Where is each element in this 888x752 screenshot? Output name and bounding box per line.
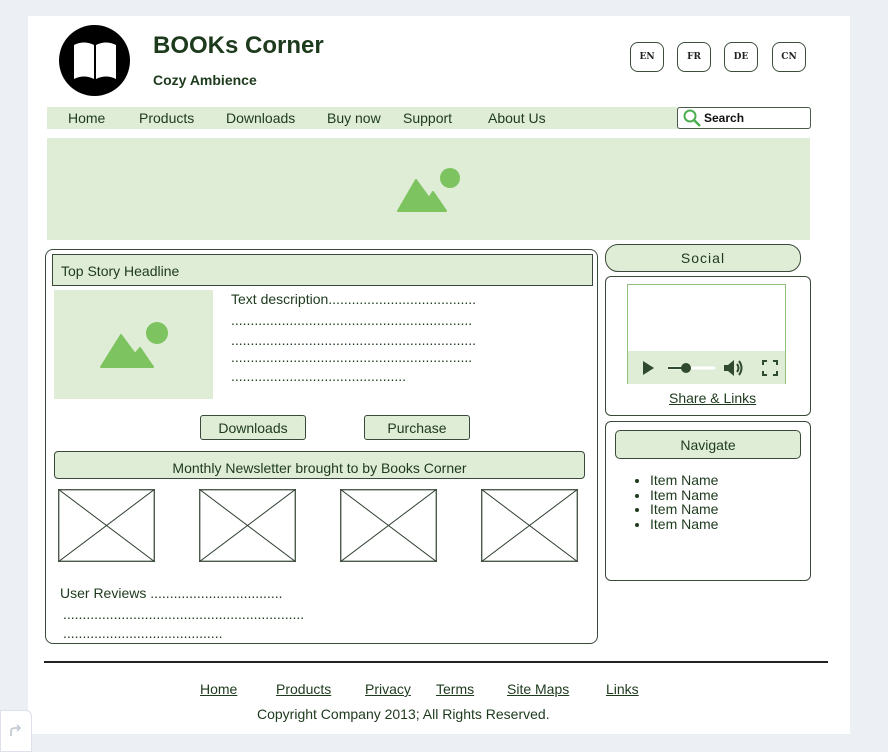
footer-link-privacy[interactable]: Privacy [365, 681, 411, 697]
image-placeholder-icon [397, 168, 460, 212]
navigate-list-item[interactable]: Item Name [650, 516, 718, 532]
footer-link-links[interactable]: Links [606, 681, 639, 697]
purchase-button[interactable]: Purchase [364, 415, 470, 440]
banner-image [47, 138, 810, 240]
story-description-line: ........................................… [231, 312, 473, 328]
footer-divider [44, 661, 828, 663]
language-fr-button[interactable]: FR [677, 42, 711, 72]
search-icon [683, 109, 701, 127]
story-description-line: ........................................… [231, 332, 477, 348]
search-label: Search [704, 111, 745, 125]
share-links-link[interactable]: Share & Links [669, 390, 756, 406]
nav-item-downloads[interactable]: Downloads [226, 110, 295, 126]
copyright-text: Copyright Company 2013; All Rights Reser… [257, 706, 550, 722]
newsletter-title: Monthly Newsletter brought to by Books C… [172, 460, 467, 476]
footer-link-products[interactable]: Products [276, 681, 331, 697]
brand-subtitle: Cozy Ambience [153, 72, 257, 88]
story-description-line: ........................................… [231, 368, 407, 384]
newsletter-bar: Monthly Newsletter brought to by Books C… [54, 451, 585, 479]
newsletter-image-placeholder [199, 489, 296, 562]
nav-item-support[interactable]: Support [403, 110, 452, 126]
language-cn-button[interactable]: CN [772, 42, 806, 72]
newsletter-image-placeholder [481, 489, 578, 562]
video-controls [628, 351, 785, 384]
redo-icon[interactable] [7, 723, 23, 739]
corner-tab[interactable] [0, 710, 32, 752]
language-en-button[interactable]: EN [630, 42, 664, 72]
volume-slider[interactable] [668, 360, 716, 376]
nav-item-home[interactable]: Home [68, 110, 105, 126]
language-de-button[interactable]: DE [724, 42, 758, 72]
footer-link-site-maps[interactable]: Site Maps [507, 681, 569, 697]
nav-item-about-us[interactable]: About Us [488, 110, 546, 126]
fullscreen-icon[interactable] [762, 360, 778, 376]
play-icon[interactable] [641, 360, 655, 376]
newsletter-image-placeholder [340, 489, 437, 562]
navigate-list-item[interactable]: Item Name [650, 473, 718, 488]
nav-item-products[interactable]: Products [139, 110, 194, 126]
footer-link-home[interactable]: Home [200, 681, 237, 697]
social-title: Social [605, 244, 801, 272]
navigate-title: Navigate [615, 430, 801, 459]
search-input[interactable]: Search [677, 107, 811, 129]
navigate-list-item[interactable]: Item Name [650, 502, 718, 517]
brand-title: BOOKs Corner [153, 32, 324, 59]
story-description-line: ........................................… [231, 349, 473, 365]
user-reviews-line: ........................................… [63, 606, 305, 622]
downloads-button[interactable]: Downloads [200, 415, 306, 440]
top-story-headline: Top Story Headline [61, 263, 180, 279]
book-icon [59, 25, 130, 96]
newsletter-image-placeholder [58, 489, 155, 562]
navigate-list-item[interactable]: Item Name [650, 487, 718, 503]
user-reviews-line: User Reviews ...........................… [60, 585, 283, 601]
story-description-line: Text description........................… [231, 291, 477, 307]
story-image [54, 290, 213, 399]
footer-link-terms[interactable]: Terms [436, 681, 474, 697]
image-placeholder-icon [100, 322, 168, 368]
volume-icon[interactable] [722, 357, 744, 379]
user-reviews-line: ........................................… [63, 625, 223, 641]
nav-item-buy-now[interactable]: Buy now [327, 110, 381, 126]
navigate-list: Item Name Item Name Item Name Item Name [633, 473, 718, 531]
